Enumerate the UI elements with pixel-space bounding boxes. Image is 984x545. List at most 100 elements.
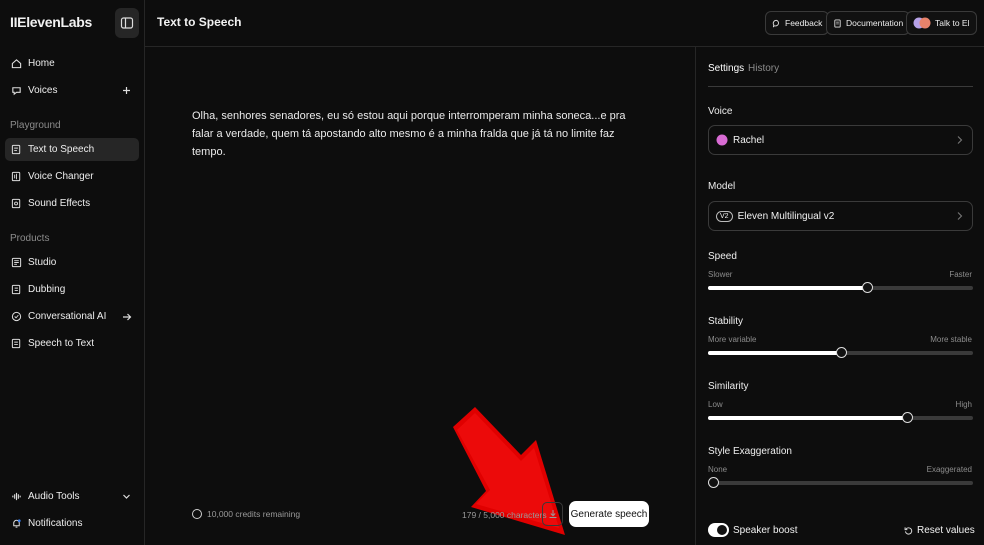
- settings-tabs: Settings History: [708, 63, 973, 87]
- similarity-slider-thumb[interactable]: [901, 412, 913, 423]
- sidebar-toggle-icon: [120, 17, 134, 29]
- document-icon: [834, 18, 841, 28]
- model-value: Eleven Multilingual v2: [737, 210, 835, 222]
- reset-values-label: Reset values: [917, 525, 975, 536]
- documentation-button[interactable]: Documentation: [826, 11, 911, 35]
- sidebar-item-label: Voice Changer: [28, 171, 94, 182]
- speed-max-label: Faster: [949, 270, 972, 279]
- style-exaggeration-max-label: Exaggerated: [926, 465, 972, 474]
- documentation-label: Documentation: [846, 18, 904, 28]
- voice-select[interactable]: Rachel: [708, 125, 973, 155]
- agent-avatar-icon: [913, 17, 931, 29]
- sidebar-item-label: Home: [28, 58, 55, 69]
- voice-changer-icon: [10, 171, 22, 183]
- sidebar-item-conversational-ai[interactable]: Conversational AI: [5, 305, 139, 328]
- voice-value: Rachel: [733, 134, 765, 146]
- generate-speech-button[interactable]: Generate speech: [569, 501, 649, 527]
- sidebar-item-label: Speech to Text: [28, 338, 94, 349]
- stability-slider-thumb[interactable]: [835, 347, 847, 358]
- sidebar-item-voices[interactable]: Voices: [5, 79, 139, 102]
- character-count: 179 / 5,000 characters: [462, 510, 547, 520]
- text-input[interactable]: Olha, senhores senadores, eu só estou aq…: [192, 107, 632, 161]
- sidebar-item-label: Dubbing: [28, 284, 66, 295]
- speed-slider-thumb[interactable]: [862, 282, 873, 293]
- section-label-products: Products: [10, 233, 50, 244]
- sidebar-item-dubbing[interactable]: Dubbing: [5, 278, 139, 301]
- sidebar-item-voice-changer[interactable]: Voice Changer: [5, 165, 139, 188]
- stability-max-label: More stable: [930, 335, 972, 344]
- sidebar-item-label: Voices: [28, 85, 58, 96]
- download-button[interactable]: [542, 502, 563, 526]
- audio-tools-icon: [10, 491, 22, 503]
- dubbing-icon: [10, 284, 22, 296]
- talk-to-el-label: Talk to El: [935, 18, 970, 28]
- model-select[interactable]: V2 Eleven Multilingual v2: [708, 201, 973, 231]
- sidebar-item-speech-to-text[interactable]: Speech to Text: [5, 332, 139, 355]
- credits-indicator: 10,000 credits remaining: [192, 509, 300, 519]
- sidebar-item-notifications[interactable]: Notifications: [5, 512, 139, 535]
- reset-icon: [904, 527, 913, 535]
- similarity-min-label: Low: [708, 400, 723, 409]
- sidebar-item-home[interactable]: Home: [5, 52, 139, 75]
- reset-values-button[interactable]: Reset values: [904, 525, 975, 536]
- feedback-label: Feedback: [785, 18, 823, 28]
- speed-slider-fill: [708, 286, 867, 290]
- page-title: Text to Speech: [157, 15, 242, 29]
- style-exaggeration-label: Style Exaggeration: [708, 446, 792, 457]
- tab-settings[interactable]: Settings: [708, 63, 744, 74]
- sidebar-item-text-to-speech[interactable]: Text to Speech: [5, 138, 139, 161]
- stability-slider-fill: [708, 351, 841, 355]
- sidebar-toggle-button[interactable]: [115, 8, 139, 38]
- tab-history[interactable]: History: [748, 63, 779, 74]
- speed-min-label: Slower: [708, 270, 733, 279]
- similarity-slider-fill: [708, 416, 907, 420]
- speed-label: Speed: [708, 251, 737, 262]
- stability-min-label: More variable: [708, 335, 757, 344]
- sidebar-item-label: Sound Effects: [28, 198, 91, 209]
- home-icon: [10, 58, 22, 70]
- sidebar-item-audio-tools[interactable]: Audio Tools: [5, 485, 139, 508]
- download-icon: [549, 510, 556, 518]
- model-badge: V2: [716, 210, 733, 222]
- arrow-right-icon: [120, 310, 133, 323]
- chevron-down-icon: [120, 490, 133, 503]
- similarity-max-label: High: [955, 400, 972, 409]
- style-exaggeration-slider-thumb[interactable]: [708, 477, 719, 488]
- model-label: Model: [708, 181, 736, 192]
- sidebar: IIElevenLabs Home Voices Playground Text…: [0, 0, 145, 545]
- sidebar-item-label: Audio Tools: [28, 491, 80, 502]
- speed-slider[interactable]: [708, 282, 973, 293]
- voice-avatar-icon: [716, 134, 728, 146]
- sidebar-item-studio[interactable]: Studio: [5, 251, 139, 274]
- chat-bubble-icon: [772, 19, 779, 27]
- feedback-button[interactable]: Feedback: [765, 11, 830, 35]
- top-bar: Text to Speech Feedback Documentation Ta…: [145, 0, 984, 47]
- credits-ring-icon: [192, 509, 202, 519]
- app-window: IIElevenLabs Home Voices Playground Text…: [0, 0, 984, 545]
- style-exaggeration-min-label: None: [708, 465, 728, 474]
- sidebar-item-label: Text to Speech: [28, 144, 95, 155]
- talk-to-el-button[interactable]: Talk to El: [906, 11, 977, 35]
- style-exaggeration-slider[interactable]: [708, 477, 973, 488]
- similarity-slider[interactable]: [708, 412, 973, 423]
- bell-icon: [10, 518, 22, 530]
- studio-icon: [10, 257, 22, 269]
- sound-effects-icon: [10, 198, 22, 210]
- stability-label: Stability: [708, 316, 744, 327]
- sidebar-item-label: Notifications: [28, 518, 83, 529]
- stability-slider[interactable]: [708, 347, 973, 358]
- speaker-boost-toggle[interactable]: [708, 523, 729, 537]
- editor-panel: Olha, senhores senadores, eu só estou aq…: [145, 47, 695, 545]
- similarity-label: Similarity: [708, 381, 749, 392]
- add-voice-plus-icon[interactable]: [120, 84, 133, 97]
- speaker-boost-label: Speaker boost: [733, 525, 798, 536]
- credits-text: 10,000 credits remaining: [207, 509, 301, 519]
- settings-panel: Settings History Voice Rachel Model V2 E…: [695, 47, 984, 545]
- text-to-speech-icon: [10, 144, 22, 156]
- voice-label: Voice: [708, 106, 733, 117]
- sidebar-item-sound-effects[interactable]: Sound Effects: [5, 192, 139, 215]
- conversational-ai-icon: [10, 311, 22, 323]
- speech-to-text-icon: [10, 338, 22, 350]
- section-label-playground: Playground: [10, 120, 61, 131]
- chevron-right-icon: [957, 136, 963, 144]
